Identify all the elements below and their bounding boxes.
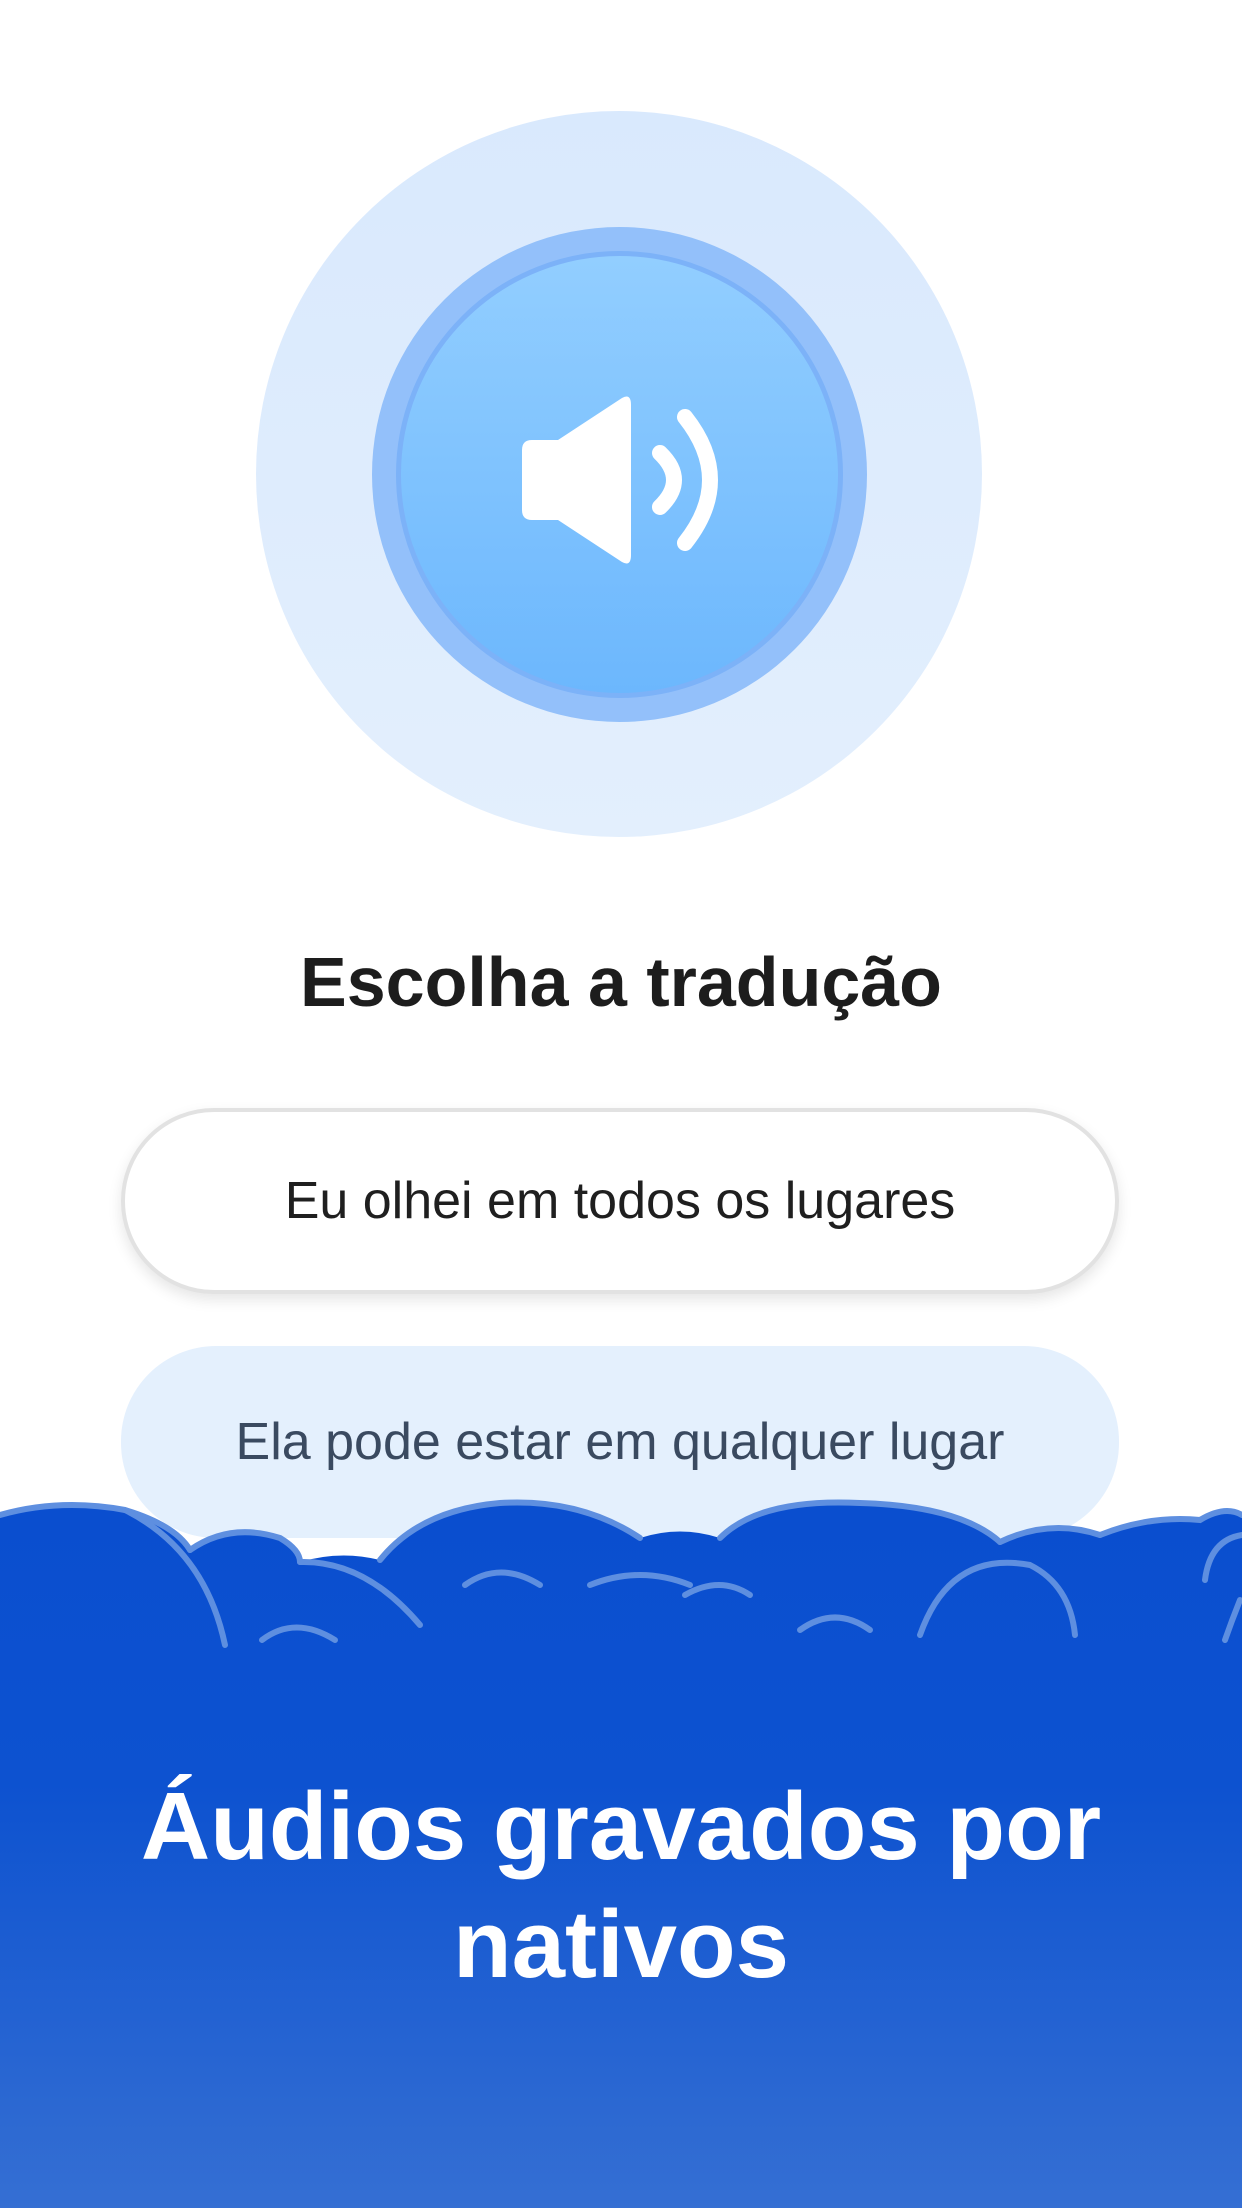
question-title: Escolha a tradução xyxy=(300,943,942,1021)
answer-option-1[interactable]: Eu olhei em todos os lugares xyxy=(121,1108,1119,1294)
answer-option-1-label: Eu olhei em todos os lugares xyxy=(284,1172,956,1230)
promo-headline: Áudios gravados por nativos xyxy=(140,1773,1102,1998)
answer-option-2-label: Ela pode estar em qualquer lugar xyxy=(235,1413,1005,1471)
speaker-volume-icon xyxy=(522,396,718,564)
